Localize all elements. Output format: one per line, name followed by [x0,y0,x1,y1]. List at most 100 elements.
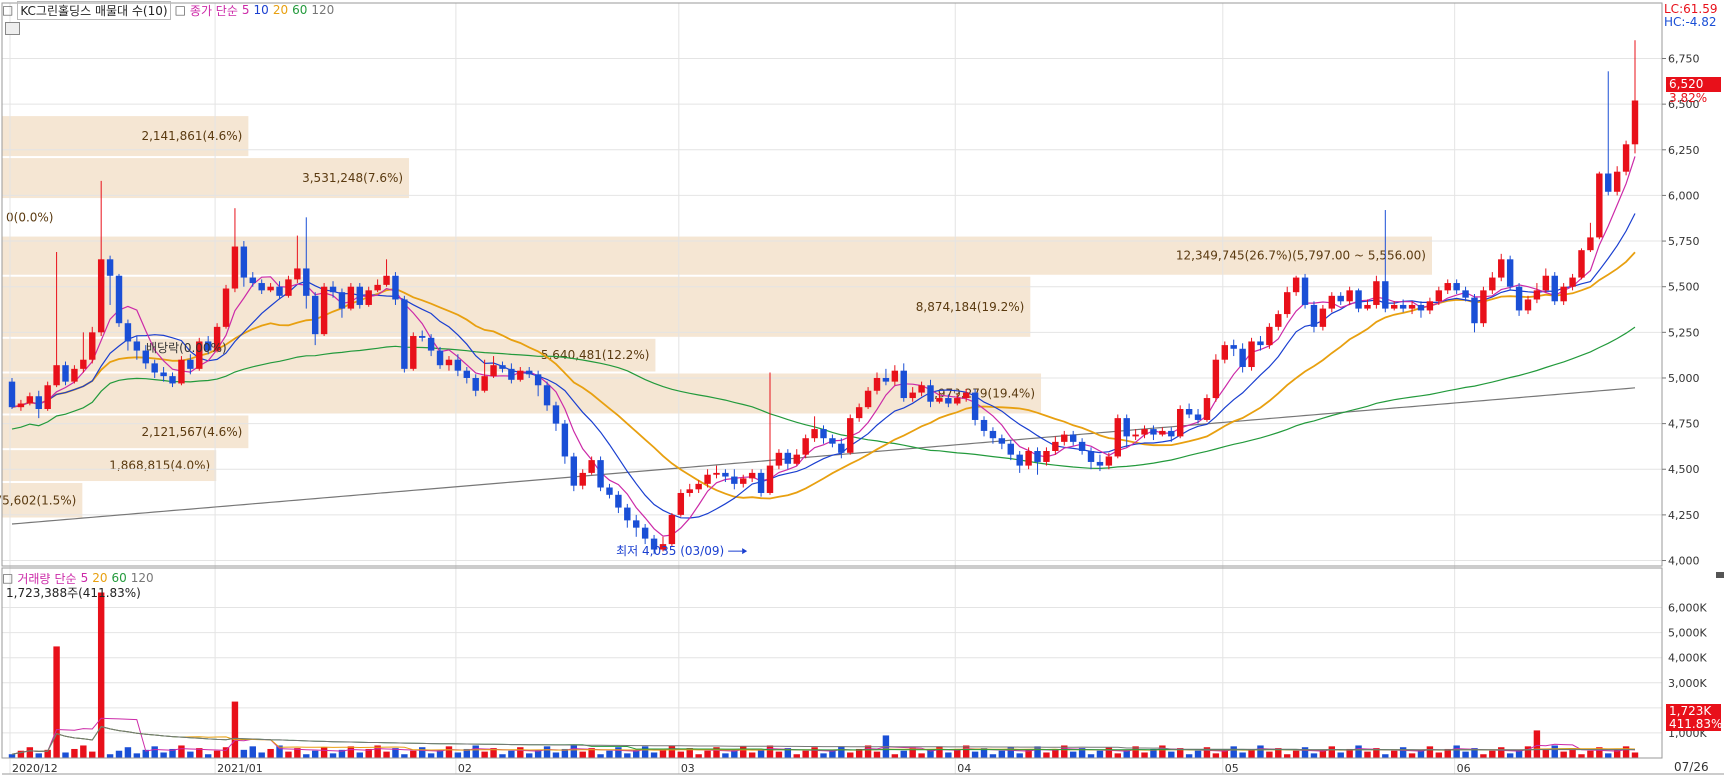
volume-bar [1560,751,1567,758]
candle-body [445,359,453,366]
volume-bar [998,750,1006,758]
candle-body [570,456,578,486]
candle-body [151,363,158,373]
candle-body [918,385,925,393]
candle-body [276,286,283,296]
volume-bar [231,701,239,758]
candle-body [124,323,132,342]
volume-bar [793,754,800,758]
volume-bar [1141,752,1148,758]
candle-body [187,359,194,369]
current-volume-tag: 1,723K [1666,704,1721,718]
candle-body [561,423,569,457]
volume-tick-label: 6,000K [1668,602,1707,615]
candle-body [1257,341,1264,346]
candle-body [1016,454,1023,466]
volume-bar [1168,751,1175,758]
volume-profile-label: 0(0.0%) [6,210,53,224]
volume-bar [873,751,881,758]
candle-body [418,335,426,338]
volume-bar [1426,746,1434,758]
volume-bar [936,746,943,758]
volume-bar [847,752,854,758]
candle-body [1310,304,1318,327]
volume-bar [1087,754,1095,758]
candle-body [436,350,444,366]
volume-bar [115,750,123,758]
volume-bar [472,745,479,758]
candle-body [1613,171,1621,192]
candle-body [1301,277,1309,305]
candle-body [1061,434,1068,442]
volume-profile-label: 1,868,815(4.0%) [109,459,210,473]
candle-body [1284,292,1291,315]
candle-body [1114,418,1121,457]
volume-profile-label: 12,349,745(26.7%)(5,797.00 ~ 5,556.00) [1176,249,1426,263]
volume-bar [508,750,515,758]
candle-body [1373,281,1380,305]
candle-body [971,392,979,420]
volume-bar [668,745,676,758]
volume-bar [1212,753,1220,758]
volume-bar [89,751,96,758]
candle-body [115,275,123,324]
volume-bar [445,746,453,758]
volume-bar [1230,746,1237,758]
candle-body [294,268,301,280]
volume-bar [53,646,60,758]
chart-title[interactable]: KC그린홀딩스 매물대 수(10) [17,0,171,20]
candle-body [1328,295,1336,309]
candle-body [427,337,435,351]
candle-body [811,429,818,439]
candle-body [713,472,720,475]
candle-body [677,492,685,515]
price-tick-label: 6,250 [1668,144,1700,157]
candle-body [1212,359,1220,399]
candle-body [365,290,372,305]
candle-body [490,365,497,377]
candle-body [133,341,141,351]
volume-bar [1399,747,1407,758]
volume-bar [740,746,747,758]
volume-bar [347,746,355,758]
volume-bar [383,751,390,758]
candle-body [240,246,248,278]
volume-bar [8,754,16,758]
price-pane-checkbox[interactable]: □ [2,3,13,17]
volume-bar [526,753,533,758]
ma-checkbox[interactable]: □ [175,3,186,17]
volume-bar [811,747,818,758]
price-tick-label: 4,750 [1668,418,1700,431]
candle-body [62,365,69,382]
candle-body [864,390,872,408]
date-tick-label: 02 [458,762,472,775]
candle-body [588,460,595,473]
current-change: 3.82% [1669,91,1708,105]
grid-toggle-icon[interactable] [5,22,20,35]
candle-body [1185,409,1193,415]
candle-body [802,438,809,455]
candle-body [552,405,560,424]
candle-body [1435,290,1443,302]
volume-bar [356,752,363,758]
volume-bar [311,750,319,758]
candle-body [1462,290,1469,298]
volume-pane-checkbox[interactable]: □ [2,571,13,585]
volume-bar [1096,750,1104,758]
candle-body [285,279,292,296]
candle-body [1560,286,1567,302]
price-tick-label: 5,250 [1668,326,1700,339]
volume-bar [1498,747,1505,758]
volume-bar [1435,752,1443,758]
volume-bar [267,748,274,758]
date-tick-label: 2021/01 [217,762,263,775]
volume-profile-label: 2,141,861(4.6%) [141,129,242,143]
price-tick-label: 4,500 [1668,463,1700,476]
volume-bar [26,747,34,758]
volume-bar [1034,746,1041,758]
volume-bar [802,750,809,758]
candle-body [1132,434,1139,437]
candle-body [1025,450,1032,466]
candle-body [481,376,488,391]
candle-body [1489,277,1496,291]
